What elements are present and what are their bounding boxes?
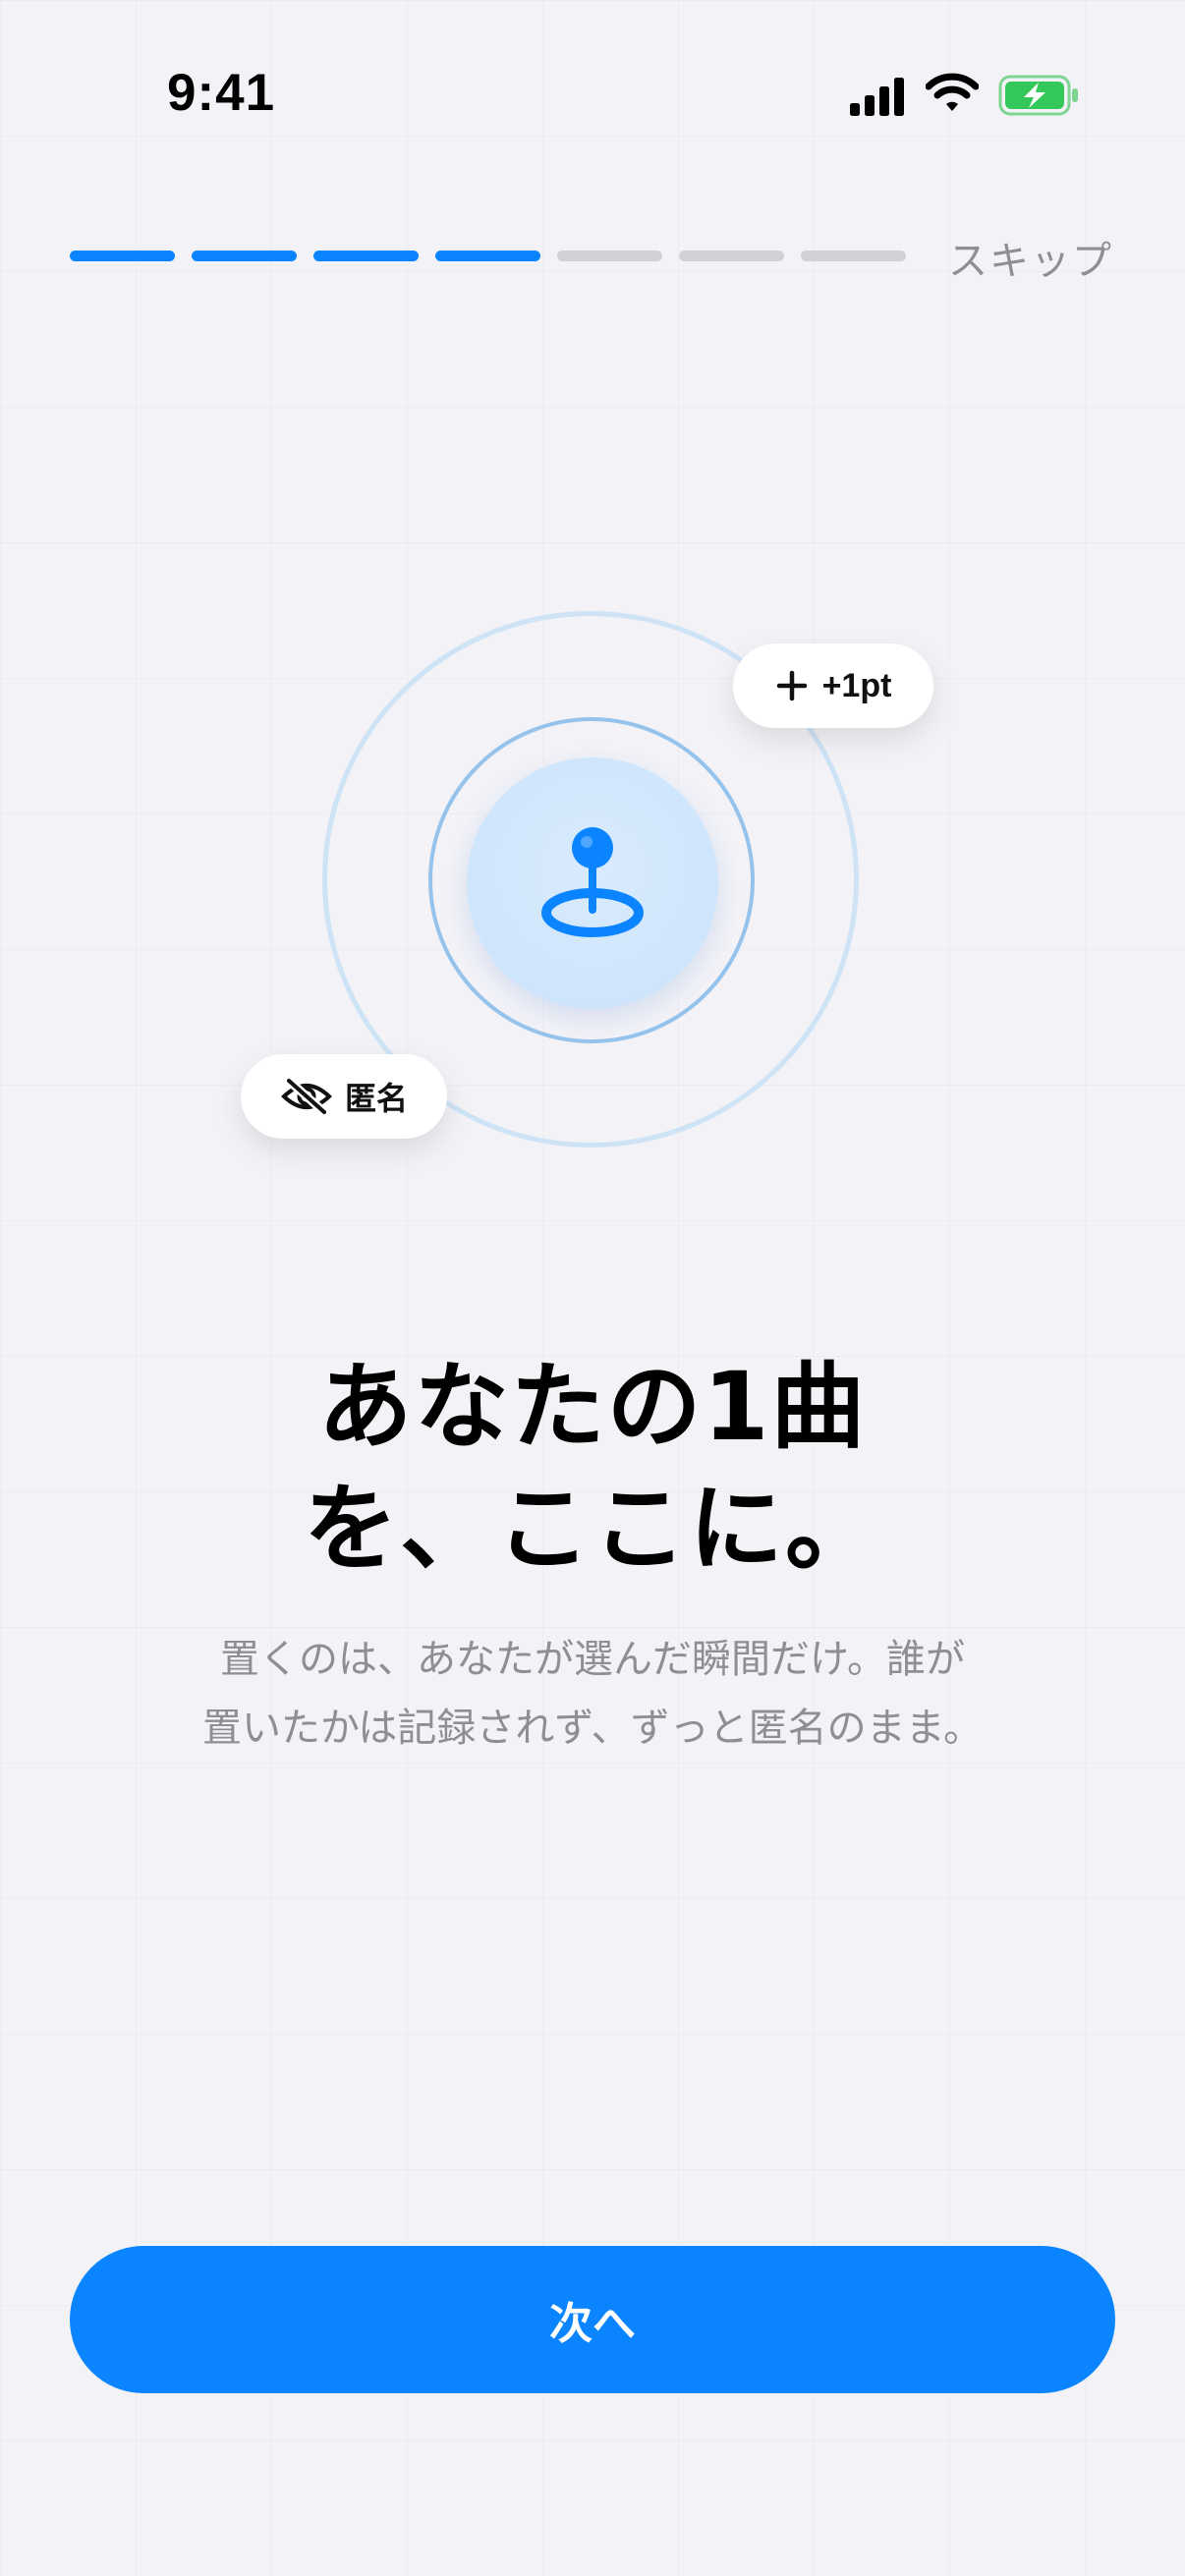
anonymous-chip: 匿名	[241, 1054, 447, 1139]
signal-icon	[850, 78, 904, 116]
points-chip-label: +1pt	[821, 666, 892, 704]
page-subtitle: 置くのは、あなたが選んだ瞬間だけ。誰が 置いたかは記録されず、ずっと匿名のまま。	[108, 1625, 1077, 1763]
skip-button[interactable]: スキップ	[948, 229, 1113, 286]
wifi-icon	[926, 73, 979, 111]
progress-segment	[801, 251, 906, 261]
title-line: あなたの1曲	[317, 1352, 868, 1462]
onboarding-progress	[70, 251, 906, 261]
status-time: 9:41	[167, 64, 276, 122]
progress-segment	[313, 251, 419, 261]
status-bar: 9:41	[0, 0, 1185, 187]
subtitle-line: 置くのは、あなたが選んだ瞬間だけ。誰が	[220, 1637, 965, 1682]
title-line: を、ここに。	[304, 1474, 881, 1584]
progress-segment	[70, 251, 175, 261]
map-pin-icon	[541, 827, 644, 937]
progress-segment	[192, 251, 297, 261]
page-title: あなたの1曲 を、ここに。	[0, 1346, 1185, 1590]
points-chip: +1pt	[733, 644, 933, 728]
hero-illustration: +1pt 匿名	[0, 550, 1185, 1199]
progress-segment	[557, 251, 662, 261]
eye-slash-icon	[281, 1078, 332, 1115]
battery-charging-icon	[998, 75, 1078, 116]
progress-segment	[435, 251, 540, 261]
next-button[interactable]: 次へ	[70, 2246, 1115, 2393]
progress-segment	[679, 251, 784, 261]
anonymous-chip-label: 匿名	[344, 1080, 408, 1117]
subtitle-line: 置いたかは記録されず、ずっと匿名のまま。	[202, 1706, 983, 1751]
plus-icon	[776, 670, 807, 701]
